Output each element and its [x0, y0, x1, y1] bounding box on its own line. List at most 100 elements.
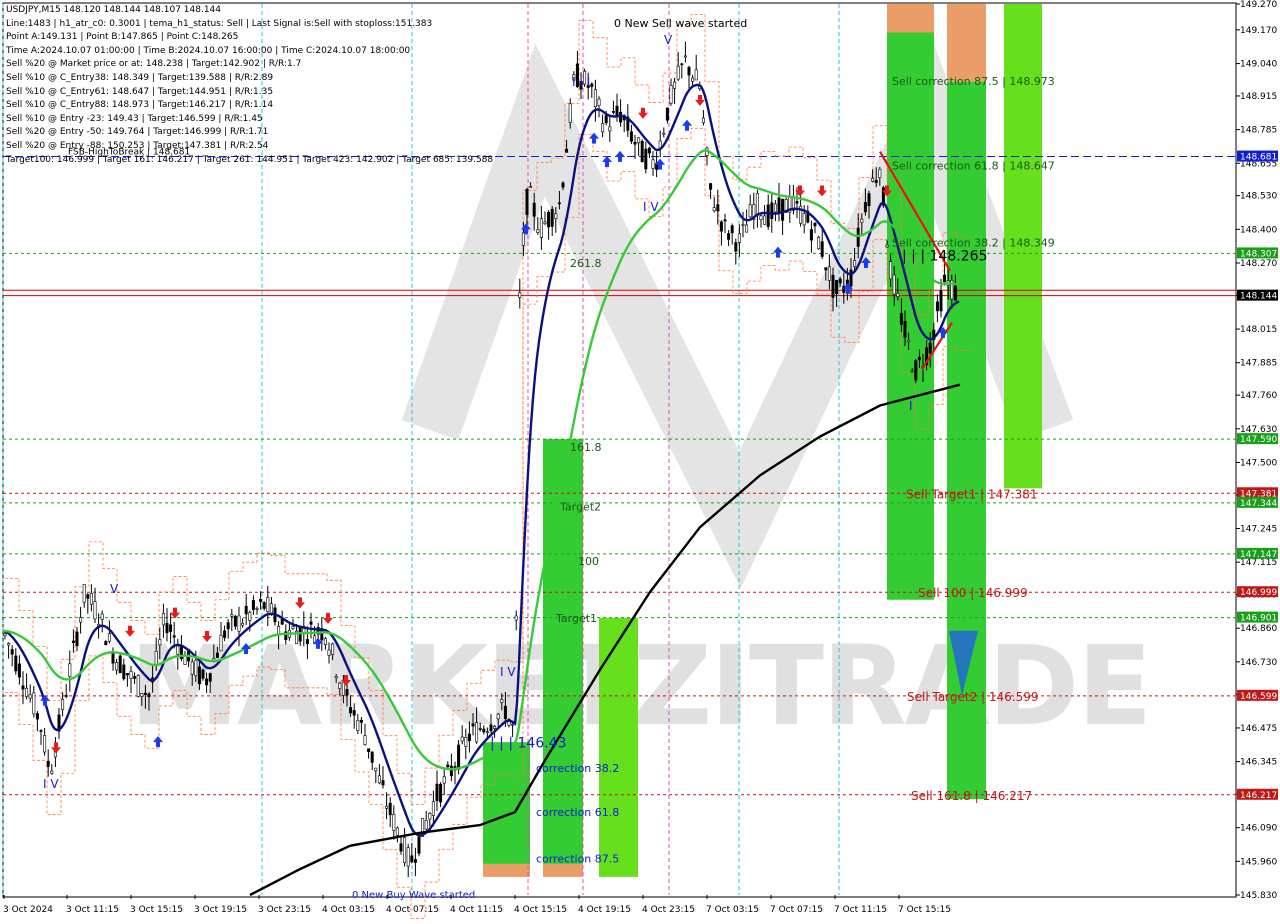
candle-body	[133, 676, 137, 679]
wave-label: I I I	[572, 75, 590, 89]
candle-body	[68, 663, 72, 677]
candle-body	[291, 626, 295, 629]
candle-body	[719, 221, 723, 232]
candle-body	[399, 843, 403, 852]
chart-area[interactable]: MARKETZITRADE FSB-HighToBreak | 148.681 …	[0, 0, 1280, 920]
target-zone	[483, 863, 530, 877]
candle-body	[827, 266, 831, 281]
candle-body	[568, 103, 572, 123]
candle-body	[169, 624, 173, 632]
candle-body	[21, 685, 25, 690]
candle-body	[712, 207, 716, 212]
candle-body	[323, 638, 327, 646]
candle-body	[536, 229, 540, 233]
candle-body	[248, 612, 252, 621]
candle-body	[136, 675, 140, 697]
y-tick-label: 145.960	[1240, 857, 1277, 867]
candle-body	[683, 55, 687, 58]
watermark-text: MARKETZITRADE	[130, 622, 1151, 750]
info-line: Sell %10 @ C_Entry61: 148.647 | Target:1…	[6, 86, 274, 97]
candle-body	[140, 693, 144, 697]
candle-body	[176, 645, 180, 655]
candle-body	[305, 639, 309, 644]
candle-body	[777, 197, 781, 213]
candle-body	[723, 219, 727, 222]
candle-body	[118, 655, 122, 674]
y-tick-label: 146.475	[1240, 724, 1277, 734]
candle-body	[194, 659, 198, 677]
candle-body	[86, 594, 90, 599]
candle-body	[115, 662, 119, 671]
candle-body	[223, 630, 227, 638]
candle-body	[493, 725, 497, 729]
candle-body	[892, 274, 896, 295]
candle-body	[374, 767, 378, 772]
candle-body	[125, 673, 129, 676]
candle-body	[107, 633, 111, 642]
candle-body	[190, 661, 194, 675]
candle-body	[730, 225, 734, 234]
candle-body	[82, 583, 86, 603]
candle-body	[392, 813, 396, 831]
candle-body	[215, 652, 219, 658]
candle-body	[651, 159, 655, 169]
x-tick-label: 3 Oct 23:15	[258, 905, 311, 915]
info-line: Target100: 146.999 | Target 161: 146.217…	[6, 154, 494, 165]
candle-body	[907, 339, 911, 343]
candle-body	[727, 233, 731, 240]
candle-body	[554, 213, 558, 220]
candle-body	[547, 211, 551, 228]
candle-body	[377, 775, 381, 784]
candle-body	[205, 678, 209, 686]
y-tick-label: 147.760	[1240, 391, 1277, 401]
candle-body	[7, 643, 11, 646]
candle-body	[518, 292, 522, 298]
candle-body	[734, 242, 738, 252]
y-tick-label: 146.860	[1240, 624, 1277, 634]
candle-body	[914, 360, 918, 381]
candle-body	[61, 698, 65, 710]
candle-body	[781, 198, 785, 221]
candle-body	[849, 269, 853, 287]
price-tag-label: 148.144	[1240, 292, 1277, 302]
candle-body	[874, 180, 878, 184]
candle-body	[755, 193, 759, 214]
level-tag-label: 148.307	[1240, 249, 1277, 259]
candle-body	[557, 202, 561, 205]
candle-body	[417, 836, 421, 854]
candle-body	[489, 724, 493, 732]
candle-body	[565, 148, 569, 153]
candle-body	[428, 813, 432, 820]
target-zone	[599, 617, 638, 877]
y-tick-label: 148.270	[1240, 259, 1277, 269]
annotation-label: Sell Target1 | 147.381	[906, 487, 1038, 501]
candle-body	[262, 602, 266, 609]
candle-body	[349, 707, 353, 714]
candle-body	[640, 140, 644, 163]
level-tag-label: 146.999	[1240, 588, 1277, 598]
candle-body	[665, 107, 669, 121]
candle-body	[637, 137, 641, 144]
annotation-label: 100	[578, 555, 599, 568]
candle-body	[43, 735, 47, 753]
candle-body	[93, 601, 97, 620]
candle-body	[863, 202, 867, 213]
candle-body	[341, 681, 345, 696]
target-zone	[543, 863, 583, 877]
candle-body	[241, 622, 245, 626]
candle-body	[226, 622, 230, 630]
candle-body	[435, 783, 439, 802]
candle-body	[3, 633, 7, 636]
candle-body	[259, 599, 263, 602]
candle-body	[442, 776, 446, 784]
x-tick-label: 3 Oct 11:15	[66, 905, 119, 915]
candle-body	[298, 627, 302, 642]
candle-body	[763, 215, 767, 225]
annotation-label: | | | 146.43	[490, 736, 567, 752]
candle-body	[143, 692, 147, 696]
candle-body	[838, 278, 842, 284]
candle-body	[17, 663, 21, 678]
candle-body	[590, 83, 594, 87]
candle-body	[395, 827, 399, 836]
candle-body	[500, 699, 504, 703]
